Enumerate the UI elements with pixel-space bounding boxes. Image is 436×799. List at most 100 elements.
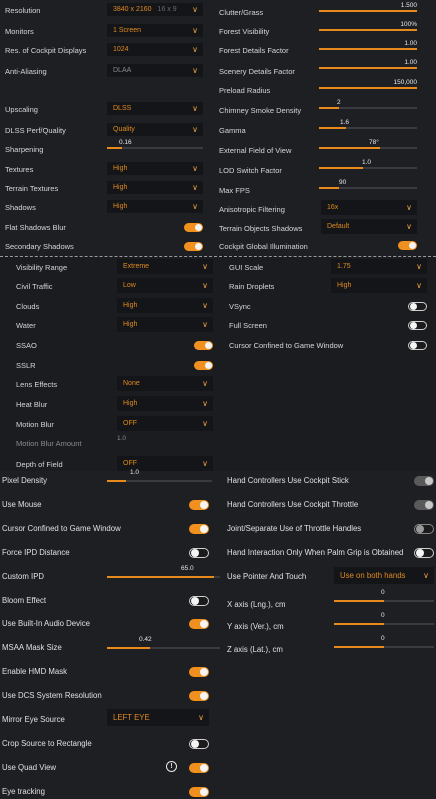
- aniso-value: 16x: [327, 204, 339, 211]
- cockpit-gi-toggle[interactable]: [398, 241, 417, 250]
- gui-scale-value: 1.75: [337, 263, 351, 270]
- bloom-toggle[interactable]: [189, 596, 209, 606]
- dlss-perf-value: Quality: [113, 126, 135, 133]
- cursor-confined-toggle[interactable]: [408, 341, 427, 350]
- fov-label: External Field of View: [219, 146, 292, 155]
- crop-source-toggle[interactable]: [189, 739, 209, 749]
- chevron-down-icon: ∨: [416, 262, 422, 271]
- heat-blur-select[interactable]: High ∨: [117, 396, 213, 411]
- quad-view-toggle[interactable]: [189, 763, 209, 773]
- monitors-select[interactable]: 1 Screen ∨: [107, 24, 203, 37]
- use-mouse-toggle[interactable]: [189, 500, 209, 510]
- fov-slider[interactable]: 78°: [319, 139, 417, 150]
- pixel-density-slider[interactable]: 1.0: [107, 469, 212, 482]
- terrain-textures-select[interactable]: High ∨: [107, 181, 203, 194]
- flat-shadows-blur-toggle[interactable]: [184, 223, 203, 232]
- eye-tracking-toggle[interactable]: [189, 787, 209, 797]
- custom-ipd-label: Custom IPD: [2, 572, 45, 581]
- slider-fill: [319, 127, 347, 129]
- builtin-audio-toggle[interactable]: [189, 619, 209, 629]
- lens-effects-select[interactable]: None ∨: [117, 376, 213, 391]
- vr-cursor-confined-toggle[interactable]: [189, 524, 209, 534]
- dlss-perf-select[interactable]: Quality ∨: [107, 123, 203, 136]
- forest-details-slider[interactable]: 1.00: [319, 40, 417, 51]
- cockpit-res-select[interactable]: 1024 ∨: [107, 43, 203, 56]
- toggle-knob: [200, 764, 208, 772]
- shadows-select[interactable]: High ∨: [107, 200, 203, 213]
- custom-ipd-slider[interactable]: 65.0: [107, 565, 220, 578]
- max-fps-slider[interactable]: 90: [319, 179, 417, 190]
- resolution-select[interactable]: 3840 x 2160 16 x 9 ∨: [107, 3, 203, 16]
- sslr-toggle[interactable]: [194, 361, 213, 370]
- chevron-down-icon: ∨: [202, 262, 208, 271]
- rain-droplets-select[interactable]: High ∨: [331, 278, 427, 293]
- dof-label: Depth of Field: [16, 460, 63, 469]
- clouds-value: High: [123, 302, 138, 309]
- civil-traffic-select[interactable]: Low ∨: [117, 278, 213, 293]
- forest-visibility-slider[interactable]: 100%: [319, 21, 417, 32]
- terrain-obj-shadows-label: Terrain Objects Shadows: [219, 224, 303, 233]
- msaa-mask-value: 0.42: [139, 636, 152, 643]
- toggle-knob: [200, 501, 208, 509]
- forest-visibility-label: Forest Visibility: [219, 27, 270, 36]
- vsync-toggle[interactable]: [408, 302, 427, 311]
- joint-throttle-toggle[interactable]: [414, 524, 434, 534]
- upscaling-select[interactable]: DLSS ∨: [107, 102, 203, 115]
- x-axis-slider[interactable]: 0: [334, 589, 434, 602]
- sharpening-slider[interactable]: 0.16: [107, 139, 203, 150]
- terrain-obj-shadows-select[interactable]: Default ∨: [321, 219, 417, 234]
- preload-radius-slider[interactable]: 150,000: [319, 79, 417, 90]
- water-select[interactable]: High ∨: [117, 317, 213, 332]
- upscaling-value: DLSS: [113, 105, 132, 112]
- resolution-value: 3840 x 2160: [113, 6, 152, 13]
- clutter-grass-slider[interactable]: 1.500: [319, 2, 417, 13]
- water-label: Water: [16, 321, 36, 330]
- textures-select[interactable]: High ∨: [107, 162, 203, 175]
- chevron-down-icon: ∨: [198, 713, 204, 722]
- secondary-shadows-label: Secondary Shadows: [5, 242, 74, 251]
- dcs-res-toggle[interactable]: [189, 691, 209, 701]
- lod-switch-slider[interactable]: 1.0: [319, 159, 417, 170]
- gui-scale-select[interactable]: 1.75 ∨: [331, 259, 427, 274]
- scenery-details-slider[interactable]: 1.00: [319, 59, 417, 70]
- toggle-knob: [205, 362, 212, 369]
- clouds-label: Clouds: [16, 302, 40, 311]
- palm-grip-toggle[interactable]: [414, 548, 434, 558]
- forest-details-label: Forest Details Factor: [219, 46, 289, 55]
- cockpit-res-value: 1024: [113, 46, 129, 53]
- motion-blur-select[interactable]: OFF ∨: [117, 416, 213, 431]
- hmd-mask-toggle[interactable]: [189, 667, 209, 677]
- mirror-eye-label: Mirror Eye Source: [2, 715, 65, 724]
- toggle-knob: [191, 597, 199, 605]
- vr-cursor-confined-label: Cursor Confined to Game Window: [2, 524, 121, 533]
- chevron-down-icon: ∨: [406, 203, 412, 212]
- anti-aliasing-select[interactable]: DLAA ∨: [107, 64, 203, 77]
- ssao-toggle[interactable]: [194, 341, 213, 350]
- slider-fill: [319, 10, 417, 12]
- chimney-smoke-slider[interactable]: 2: [319, 99, 417, 110]
- joint-throttle-label: Joint/Separate Use of Throttle Handles: [227, 524, 362, 533]
- slider-fill: [319, 48, 417, 50]
- z-axis-slider[interactable]: 0: [334, 635, 434, 648]
- pointer-touch-select[interactable]: Use on both hands ∨: [334, 567, 434, 584]
- hc-stick-toggle[interactable]: [414, 476, 434, 486]
- y-axis-slider[interactable]: 0: [334, 612, 434, 625]
- warning-icon[interactable]: !: [166, 761, 177, 772]
- chevron-down-icon: ∨: [202, 399, 208, 408]
- visibility-range-select[interactable]: Extreme ∨: [117, 259, 213, 274]
- hc-throttle-toggle[interactable]: [414, 500, 434, 510]
- mirror-eye-select[interactable]: LEFT EYE ∨: [107, 709, 209, 726]
- secondary-shadows-toggle[interactable]: [184, 242, 203, 251]
- gamma-slider[interactable]: 1.6: [319, 119, 417, 130]
- chevron-down-icon: ∨: [202, 459, 208, 468]
- lens-effects-value: None: [123, 380, 140, 387]
- forest-details-value: 1.00: [404, 40, 417, 47]
- bloom-label: Bloom Effect: [2, 596, 47, 605]
- force-ipd-toggle[interactable]: [189, 548, 209, 558]
- msaa-mask-slider[interactable]: 0.42: [107, 636, 220, 649]
- toggle-knob: [410, 303, 417, 310]
- clouds-select[interactable]: High ∨: [117, 298, 213, 313]
- toggle-knob: [416, 549, 424, 557]
- full-screen-toggle[interactable]: [408, 321, 427, 330]
- aniso-select[interactable]: 16x ∨: [321, 200, 417, 215]
